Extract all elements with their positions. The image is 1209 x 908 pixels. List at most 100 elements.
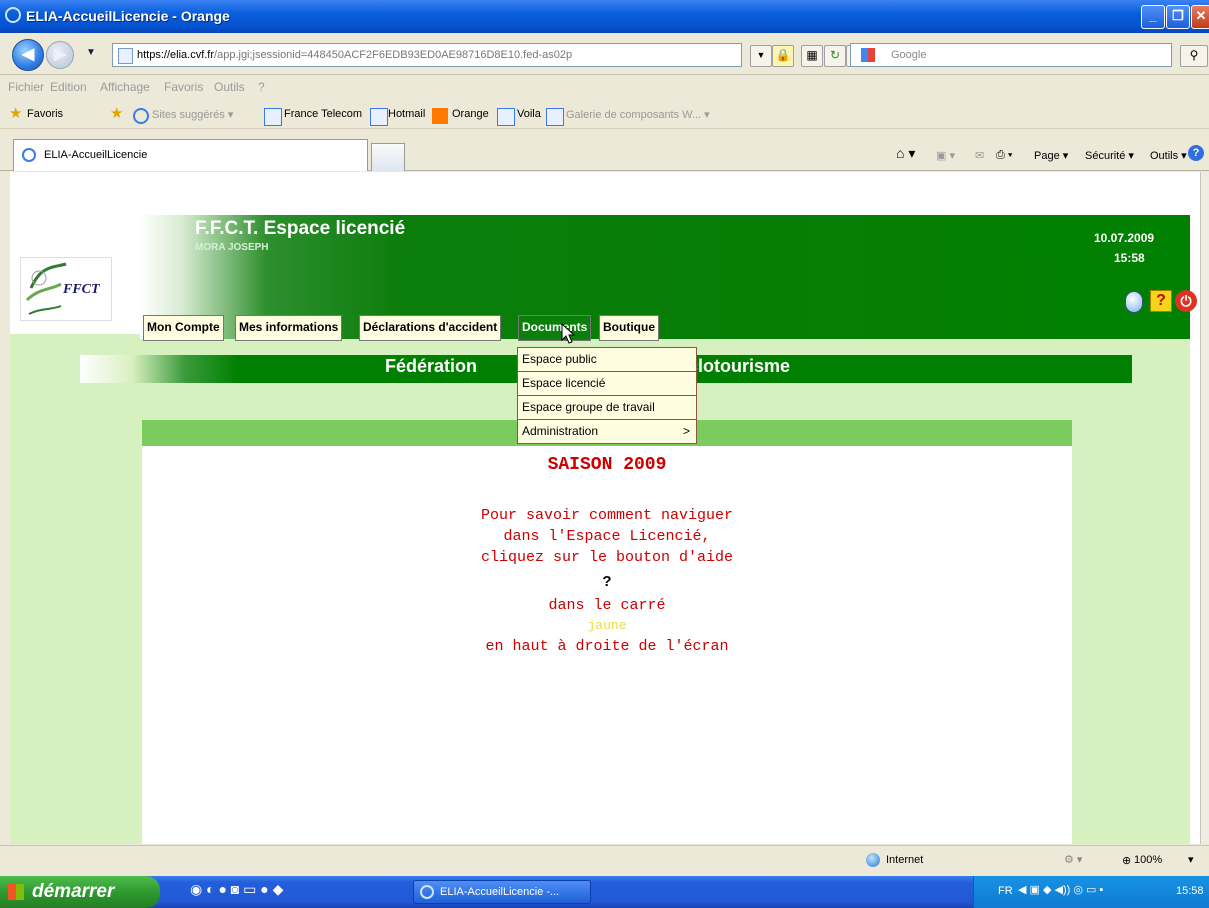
ie-icon: [133, 108, 149, 124]
search-placeholder: Google: [891, 49, 927, 61]
ie-icon: [22, 148, 36, 162]
tray-clock: 15:58: [1176, 885, 1204, 897]
address-dropdown-icon[interactable]: ▼: [750, 45, 772, 67]
dropdown-espace-public[interactable]: Espace public: [518, 348, 696, 372]
page-icon: [497, 108, 515, 126]
back-button[interactable]: ◀: [12, 39, 44, 71]
start-button[interactable]: démarrer: [0, 876, 160, 908]
orange-icon: [432, 108, 448, 124]
history-dropdown-icon[interactable]: ▼: [86, 47, 96, 58]
tab-bar: ELIA-AccueilLicencie ⌂ ▾ ▣ ▾ ✉ ⎙ ▾ Page …: [0, 129, 1209, 171]
address-input[interactable]: https://elia.cvf.fr/app.jgi;jsessionid=4…: [112, 43, 742, 67]
cmd-page[interactable]: Page ▾: [1034, 149, 1068, 162]
tab-elia[interactable]: ELIA-AccueilLicencie: [13, 139, 368, 171]
dropdown-administration[interactable]: Administration >: [518, 420, 696, 444]
submenu-arrow-icon: >: [682, 424, 690, 438]
mouse-icon[interactable]: [1125, 291, 1143, 313]
minimize-button[interactable]: _: [1141, 5, 1165, 29]
home-icon[interactable]: ⌂ ▾: [896, 145, 915, 162]
help-icon[interactable]: ?: [1188, 145, 1204, 161]
help-line-4: dans le carré: [548, 597, 666, 614]
banner-left-text: Fédération: [385, 356, 478, 376]
zoom-dropdown-icon[interactable]: ▾: [1188, 853, 1194, 866]
status-zone: Internet: [886, 854, 924, 866]
refresh-icon[interactable]: ↻: [824, 45, 846, 67]
favorites-button[interactable]: Favoris: [27, 108, 63, 120]
feeds-icon[interactable]: ▣ ▾: [936, 149, 955, 162]
new-tab-button[interactable]: [371, 143, 405, 171]
print-icon[interactable]: ⎙ ▾: [996, 149, 1012, 162]
nav-declarations-accident[interactable]: Déclarations d'accident: [359, 315, 502, 341]
favorites-bar: ★ Favoris ★ Sites suggérés ▾ France Tele…: [0, 99, 1209, 129]
nav-mon-compte[interactable]: Mon Compte: [143, 315, 224, 341]
menu-fichier[interactable]: Fichier: [8, 80, 44, 94]
add-favorite-icon[interactable]: ★: [110, 104, 123, 122]
ie-icon: [5, 7, 21, 23]
menu-bar: Fichier Edition Affichage Favoris Outils…: [0, 75, 1209, 99]
protected-mode-icon[interactable]: ⚙ ▾: [1064, 853, 1082, 866]
url-host: https://elia.cvf.fr: [137, 49, 215, 61]
nav-boutique[interactable]: Boutique: [599, 315, 659, 341]
help-line-1: Pour savoir comment naviguer: [480, 507, 734, 524]
address-toolbar: ◀ ▶ ▼ https://elia.cvf.fr/app.jgi;jsessi…: [0, 33, 1209, 75]
cmd-outils[interactable]: Outils ▾: [1150, 149, 1187, 162]
menu-edition[interactable]: Edition: [50, 80, 87, 94]
globe-icon: [866, 853, 880, 867]
header-date: 10.07.2009: [1094, 231, 1155, 245]
fav-voila[interactable]: Voila: [517, 108, 541, 120]
fav-galerie[interactable]: Galerie de composants W... ▾: [566, 108, 710, 121]
fav-sites-suggeres[interactable]: Sites suggérés ▾: [152, 108, 233, 121]
ie-icon: [420, 885, 434, 899]
menu-outils[interactable]: Outils: [214, 80, 245, 94]
header-time: 15:58: [1114, 251, 1145, 265]
help-button[interactable]: ?: [1150, 290, 1172, 312]
menu-affichage[interactable]: Affichage: [100, 80, 150, 94]
tab-title: ELIA-AccueilLicencie: [44, 149, 148, 161]
search-input[interactable]: Google: [850, 43, 1172, 67]
nav-mes-informations[interactable]: Mes informations: [235, 315, 343, 341]
help-line-yellow: jaune: [587, 618, 627, 633]
language-indicator[interactable]: FR: [998, 885, 1013, 897]
quicklaunch-icons[interactable]: ◉ ◐ ● ◙ ▭ ● ◆: [190, 881, 283, 898]
lock-icon[interactable]: 🔒: [772, 45, 794, 67]
cmd-securite[interactable]: Sécurité ▾: [1085, 149, 1134, 162]
taskbar-item-elia[interactable]: ELIA-AccueilLicencie -...: [413, 880, 591, 904]
fav-france-telecom[interactable]: France Telecom: [284, 108, 362, 120]
tray-icons[interactable]: ◀ ▣ ◆ ◀)) ◎ ▭ ▪: [1018, 883, 1103, 896]
help-question-mark: ?: [602, 573, 612, 590]
ffct-logo: FFCT: [20, 257, 112, 321]
zoom-icon[interactable]: ⊕: [1122, 854, 1131, 867]
page-icon: [370, 108, 388, 126]
forward-button[interactable]: ▶: [46, 41, 74, 69]
fav-orange[interactable]: Orange: [452, 108, 489, 120]
user-name: MORA JOSEPH: [195, 242, 269, 253]
start-label: démarrer: [32, 881, 115, 902]
zoom-level[interactable]: 100%: [1134, 854, 1162, 866]
page-icon: [264, 108, 282, 126]
maximize-button[interactable]: ❐: [1166, 5, 1190, 29]
power-icon[interactable]: ⏻: [1175, 290, 1197, 312]
fav-hotmail[interactable]: Hotmail: [388, 108, 425, 120]
banner-right-text: clotourisme: [688, 356, 791, 376]
dropdown-espace-groupe[interactable]: Espace groupe de travail: [518, 396, 696, 420]
windows-logo-icon: [8, 884, 24, 900]
url-path: /app.jgi;jsessionid=448450ACF2F6EDB93ED0…: [214, 49, 573, 61]
menu-favoris[interactable]: Favoris: [164, 80, 203, 94]
help-line-5: en haut à droite de l'écran: [485, 638, 729, 655]
vertical-scrollbar[interactable]: [1200, 172, 1209, 844]
status-bar: Internet ⚙ ▾ ⊕ 100% ▾: [0, 845, 1209, 875]
nav-documents[interactable]: Documents: [518, 315, 592, 341]
logo-text: FFCT: [63, 282, 100, 297]
favorites-star-icon: ★: [9, 105, 23, 122]
mail-icon[interactable]: ✉: [975, 149, 984, 162]
close-button[interactable]: ✕: [1191, 5, 1209, 29]
google-icon: [861, 48, 875, 62]
search-icon[interactable]: ⚲: [1180, 45, 1208, 67]
dropdown-espace-licencie[interactable]: Espace licencié: [518, 372, 696, 396]
page-icon: [118, 48, 133, 64]
mouse-cursor-icon: [561, 323, 575, 344]
menu-help[interactable]: ?: [258, 80, 265, 94]
help-line-2: dans l'Espace Licencié,: [503, 528, 711, 545]
compatibility-icon[interactable]: ▦: [801, 45, 823, 67]
site-title: F.F.C.T. Espace licencié: [195, 218, 406, 239]
